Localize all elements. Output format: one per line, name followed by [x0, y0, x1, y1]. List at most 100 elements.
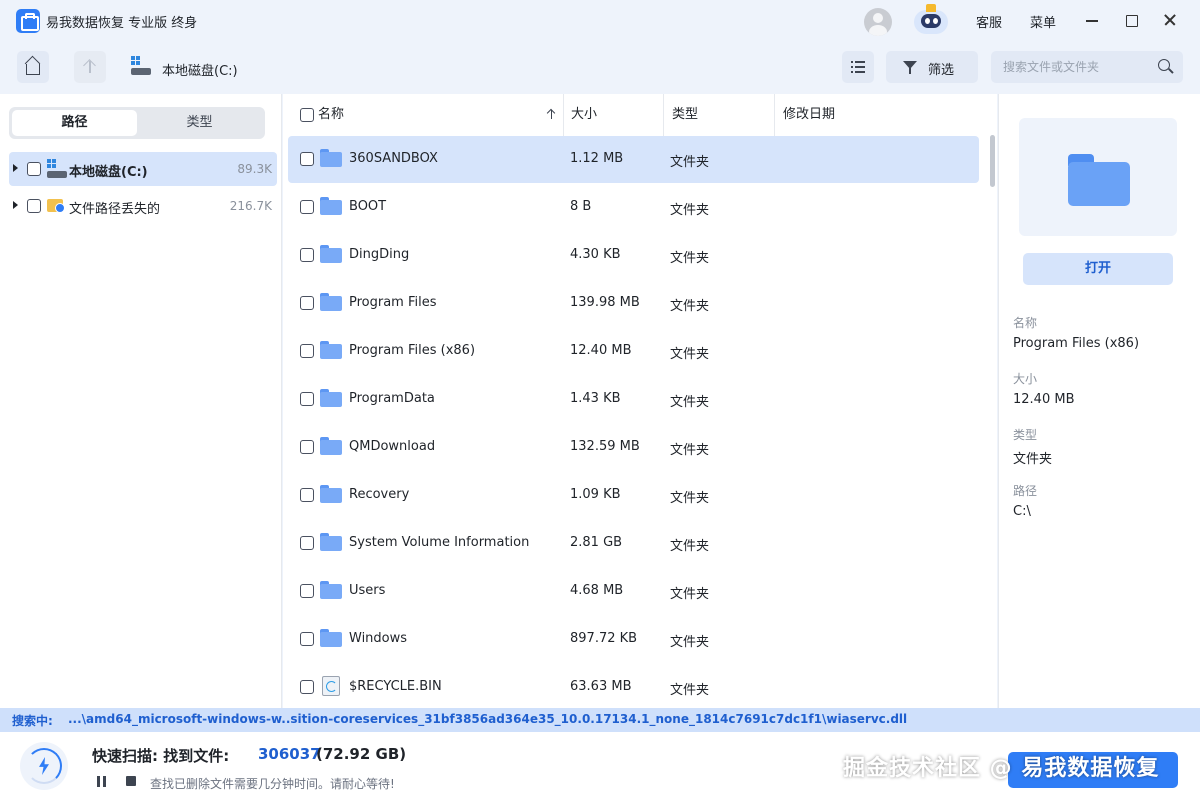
open-button[interactable]: 打开	[1023, 253, 1173, 285]
column-header-modified[interactable]: 修改日期	[775, 94, 985, 136]
preview-box	[1019, 118, 1177, 236]
sidebar-item-label: 本地磁盘(C:)	[69, 165, 148, 180]
file-size: 897.72 KB	[570, 631, 638, 646]
stop-icon[interactable]	[126, 776, 136, 786]
column-header-type[interactable]: 类型	[664, 94, 775, 136]
detail-type-label: 类型	[1013, 428, 1038, 442]
filter-button[interactable]: 筛选	[886, 51, 978, 83]
filter-icon	[903, 61, 917, 74]
detail-size-value: 12.40 MB	[1013, 392, 1075, 407]
lost-files-folder-icon	[47, 197, 65, 213]
table-row[interactable]: BOOT 8 B 文件夹	[288, 184, 979, 231]
file-name: ProgramData	[349, 391, 435, 406]
avatar[interactable]	[864, 8, 892, 36]
maximize-icon[interactable]	[1121, 10, 1141, 30]
checkbox[interactable]	[300, 248, 314, 262]
file-name: 360SANDBOX	[349, 151, 438, 166]
table-row[interactable]: System Volume Information 2.81 GB 文件夹	[288, 520, 979, 567]
folder-icon	[320, 197, 342, 215]
file-name: $RECYCLE.BIN	[349, 679, 442, 694]
table-row[interactable]: Recovery 1.09 KB 文件夹	[288, 472, 979, 519]
folder-icon	[320, 485, 342, 503]
menu-button[interactable]: 菜单	[1030, 12, 1056, 31]
drive-icon	[131, 56, 151, 76]
expand-caret-icon[interactable]	[13, 201, 18, 209]
checkbox[interactable]	[27, 199, 41, 213]
checkbox[interactable]	[300, 584, 314, 598]
folder-icon	[320, 437, 342, 455]
folder-icon	[320, 245, 342, 263]
search-box[interactable]	[991, 51, 1183, 83]
column-header-size[interactable]: 大小	[564, 94, 664, 136]
checkbox[interactable]	[300, 152, 314, 166]
checkbox[interactable]	[300, 200, 314, 214]
folder-icon	[320, 533, 342, 551]
customer-service-button[interactable]: 客服	[976, 12, 1002, 31]
table-row[interactable]: QMDownload 132.59 MB 文件夹	[288, 424, 979, 471]
sort-ascending-icon[interactable]	[547, 108, 555, 120]
detail-path-label: 路径	[1013, 484, 1038, 498]
checkbox[interactable]	[300, 680, 314, 694]
checkbox[interactable]	[300, 488, 314, 502]
table-row[interactable]: Program Files 139.98 MB 文件夹	[288, 280, 979, 327]
expand-caret-icon[interactable]	[13, 164, 18, 172]
sidebar-item-local-disk[interactable]: 本地磁盘(C:) 89.3K	[9, 152, 277, 186]
watermark: 掘金技术社区 @ 易我数据恢复	[843, 756, 1160, 781]
search-input[interactable]	[1003, 57, 1153, 77]
file-size: 8 B	[570, 199, 592, 214]
file-name: QMDownload	[349, 439, 436, 454]
scan-label: 搜索中:	[12, 714, 53, 728]
found-file-count: 306037	[258, 745, 321, 763]
table-row[interactable]: Windows 897.72 KB 文件夹	[288, 616, 979, 663]
close-icon[interactable]	[1160, 10, 1180, 30]
scan-progress-icon	[20, 742, 68, 790]
table-row[interactable]: DingDing 4.30 KB 文件夹	[288, 232, 979, 279]
up-arrow-icon[interactable]	[74, 51, 106, 83]
list-view-button[interactable]	[842, 51, 874, 83]
checkbox[interactable]	[300, 440, 314, 454]
assistant-robot-icon[interactable]	[910, 4, 952, 38]
home-icon[interactable]	[17, 51, 49, 83]
sidebar-item-count: 89.3K	[237, 162, 272, 176]
file-type: 文件夹	[670, 587, 710, 602]
file-type: 文件夹	[670, 347, 710, 362]
checkbox[interactable]	[300, 536, 314, 550]
file-type: 文件夹	[670, 683, 710, 698]
table-row[interactable]: 360SANDBOX 1.12 MB 文件夹	[288, 136, 979, 183]
sidebar-item-lost-path[interactable]: 文件路径丢失的 216.7K	[9, 189, 277, 223]
file-type: 文件夹	[670, 155, 710, 170]
drive-icon	[47, 159, 67, 178]
scrollbar[interactable]	[990, 135, 995, 187]
table-row[interactable]: Program Files (x86) 12.40 MB 文件夹	[288, 328, 979, 375]
column-header-name[interactable]: 名称	[283, 94, 564, 136]
file-size: 4.68 MB	[570, 583, 624, 598]
checkbox[interactable]	[300, 392, 314, 406]
file-size: 4.30 KB	[570, 247, 621, 262]
file-size: 139.98 MB	[570, 295, 640, 310]
checkbox[interactable]	[300, 344, 314, 358]
lightning-icon	[39, 757, 49, 775]
minimize-icon[interactable]	[1082, 10, 1102, 30]
tab-path[interactable]: 路径	[12, 110, 137, 136]
checkbox[interactable]	[27, 162, 41, 176]
tab-type[interactable]: 类型	[137, 110, 262, 136]
file-type: 文件夹	[670, 203, 710, 218]
breadcrumb[interactable]: 本地磁盘(C:)	[162, 60, 238, 79]
app-logo-icon	[16, 9, 40, 33]
scan-current-path: ...\amd64_microsoft-windows-w..sition-co…	[68, 712, 908, 726]
search-icon[interactable]	[1158, 59, 1170, 71]
table-row[interactable]: $RECYCLE.BIN 63.63 MB 文件夹	[288, 664, 979, 711]
file-name: BOOT	[349, 199, 387, 214]
detail-name-value: Program Files (x86)	[1013, 336, 1140, 351]
checkbox[interactable]	[300, 296, 314, 310]
file-type: 文件夹	[670, 299, 710, 314]
table-row[interactable]: Users 4.68 MB 文件夹	[288, 568, 979, 615]
pause-icon[interactable]	[97, 776, 107, 787]
detail-size-label: 大小	[1013, 372, 1038, 386]
file-list: 名称 大小 类型 修改日期 360SANDBOX 1.12 MB 文件夹 BOO…	[283, 94, 997, 708]
file-type: 文件夹	[670, 635, 710, 650]
table-row[interactable]: ProgramData 1.43 KB 文件夹	[288, 376, 979, 423]
select-all-checkbox[interactable]	[300, 108, 314, 122]
checkbox[interactable]	[300, 632, 314, 646]
app-title: 易我数据恢复 专业版 终身	[46, 16, 198, 31]
